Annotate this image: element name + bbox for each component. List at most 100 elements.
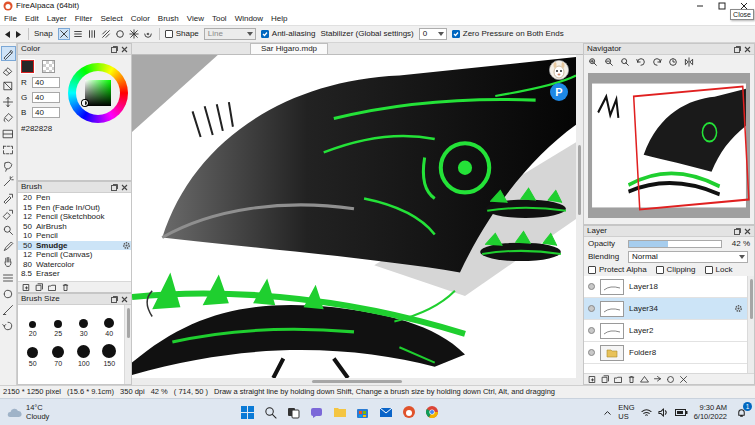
brush-row[interactable]: 20Pen xyxy=(18,193,131,203)
brush-size-cell[interactable]: 30 xyxy=(71,308,97,338)
channel-input[interactable]: 40 xyxy=(32,107,60,118)
menu-item[interactable]: Filter xyxy=(75,12,93,25)
float-panel-icon[interactable] xyxy=(111,296,118,303)
brush-size-cell[interactable]: 100 xyxy=(71,338,97,368)
tool-button[interactable] xyxy=(1,62,16,77)
snap-button[interactable] xyxy=(128,28,140,40)
visibility-toggle[interactable] xyxy=(588,305,595,312)
tool-button[interactable] xyxy=(1,142,16,157)
layer-row[interactable]: Layer2 xyxy=(584,320,747,342)
snap-button[interactable] xyxy=(58,28,70,40)
menu-item[interactable]: Window xyxy=(235,12,263,25)
menu-item[interactable]: Color xyxy=(131,12,150,25)
visibility-toggle[interactable] xyxy=(588,283,595,290)
chat-button[interactable] xyxy=(309,404,325,420)
zero-pressure-checkbox[interactable]: Zero Pressure on Both Ends xyxy=(452,29,564,39)
brush-size-cell[interactable]: 20 xyxy=(20,308,46,338)
scroll-thumb[interactable] xyxy=(127,308,130,338)
close-panel-icon[interactable] xyxy=(744,228,751,235)
menu-item[interactable]: File xyxy=(4,12,17,25)
hex-value[interactable]: #282828 xyxy=(21,124,65,134)
firealpaca-button[interactable] xyxy=(401,404,417,420)
redo-icon[interactable] xyxy=(14,30,23,39)
snap-button[interactable] xyxy=(114,28,126,40)
scroll-thumb[interactable] xyxy=(750,279,753,319)
document-tab[interactable]: Sar Higaro.mdp xyxy=(250,43,328,54)
tool-button[interactable] xyxy=(1,254,16,269)
file-explorer-button[interactable] xyxy=(332,404,348,420)
brush-panel-header[interactable]: Brush xyxy=(18,182,131,193)
stabilizer-dropdown[interactable]: 0 xyxy=(419,28,447,40)
tool-button[interactable] xyxy=(1,238,16,253)
layer-option-checkbox[interactable]: Protect Alpha xyxy=(588,265,647,275)
tool-button[interactable] xyxy=(1,206,16,221)
menu-item[interactable]: Help xyxy=(271,12,287,25)
canvas-horizontal-scrollbar[interactable] xyxy=(132,378,576,385)
layer-row[interactable]: Layer18 xyxy=(584,276,747,298)
brush-row[interactable]: 50Smudge xyxy=(18,241,131,251)
store-button[interactable] xyxy=(355,404,371,420)
float-panel-icon[interactable] xyxy=(111,184,118,191)
chrome-button[interactable] xyxy=(424,404,440,420)
snap-button[interactable] xyxy=(72,28,84,40)
close-panel-icon[interactable] xyxy=(121,184,128,191)
shape-checkbox[interactable]: Shape xyxy=(165,29,199,39)
gear-icon[interactable] xyxy=(734,304,743,313)
start-button[interactable] xyxy=(240,404,256,420)
brush-row[interactable]: 50AirBrush xyxy=(18,222,131,232)
tool-button[interactable] xyxy=(1,302,16,317)
tool-button[interactable] xyxy=(1,46,16,61)
pixiv-button[interactable]: P xyxy=(550,83,568,101)
search-button[interactable] xyxy=(263,404,279,420)
float-panel-icon[interactable] xyxy=(734,228,741,235)
brush-row[interactable]: 10Pencil xyxy=(18,231,131,241)
tool-button[interactable] xyxy=(1,126,16,141)
menu-item[interactable]: View xyxy=(187,12,204,25)
checkbox[interactable] xyxy=(261,30,269,38)
brush-row[interactable]: 12Pencil (Canvas) xyxy=(18,250,131,260)
clock[interactable]: 9:30 AM6/10/2022 xyxy=(694,403,727,421)
visibility-toggle[interactable] xyxy=(588,327,595,334)
menu-item[interactable]: Edit xyxy=(25,12,39,25)
channel-input[interactable]: 40 xyxy=(32,77,60,88)
snap-button[interactable] xyxy=(142,28,154,40)
layer-row[interactable]: Layer34 xyxy=(584,298,747,320)
scrollbar[interactable] xyxy=(124,305,131,384)
snap-button[interactable] xyxy=(100,28,112,40)
close-panel-icon[interactable] xyxy=(121,296,128,303)
float-panel-icon[interactable] xyxy=(734,46,741,53)
tool-button[interactable] xyxy=(1,270,16,285)
brush-size-header[interactable]: Brush Size xyxy=(18,294,131,305)
navigator-header[interactable]: Navigator xyxy=(584,44,754,55)
scrollbar[interactable] xyxy=(747,276,754,373)
tool-button[interactable] xyxy=(1,174,16,189)
brush-row[interactable]: 8.5Eraser xyxy=(18,269,131,279)
mail-button[interactable] xyxy=(378,404,394,420)
scroll-thumb[interactable] xyxy=(312,380,402,383)
layer-option-checkbox[interactable]: Lock xyxy=(705,265,733,275)
menu-item[interactable]: Select xyxy=(100,12,122,25)
tool-button[interactable] xyxy=(1,318,16,333)
checkbox[interactable] xyxy=(705,266,713,274)
checkbox[interactable] xyxy=(588,266,596,274)
transparent-swatch[interactable] xyxy=(42,60,55,73)
minimize-button[interactable] xyxy=(689,0,711,12)
artwork[interactable] xyxy=(132,55,576,378)
canvas-vertical-scrollbar[interactable] xyxy=(576,55,583,378)
layer-panel-header[interactable]: Layer xyxy=(584,226,754,237)
visibility-toggle[interactable] xyxy=(588,349,595,356)
navigator-thumbnail[interactable] xyxy=(588,73,750,218)
menu-item[interactable]: Brush xyxy=(158,12,179,25)
checkbox[interactable] xyxy=(165,30,173,38)
brush-size-cell[interactable]: 70 xyxy=(46,338,72,368)
tool-button[interactable] xyxy=(1,286,16,301)
anti-aliasing-checkbox[interactable]: Anti-aliasing xyxy=(261,29,316,39)
layer-row[interactable]: Folder8 xyxy=(584,342,747,364)
color-panel-header[interactable]: Color xyxy=(18,44,131,55)
menu-item[interactable]: Layer xyxy=(47,12,67,25)
color-wheel[interactable] xyxy=(68,63,128,123)
brush-row[interactable]: 15Pen (Fade In/Out) xyxy=(18,203,131,213)
checkbox[interactable] xyxy=(656,266,664,274)
menu-item[interactable]: Tool xyxy=(212,12,227,25)
brush-row[interactable]: 80Watercolor xyxy=(18,260,131,270)
